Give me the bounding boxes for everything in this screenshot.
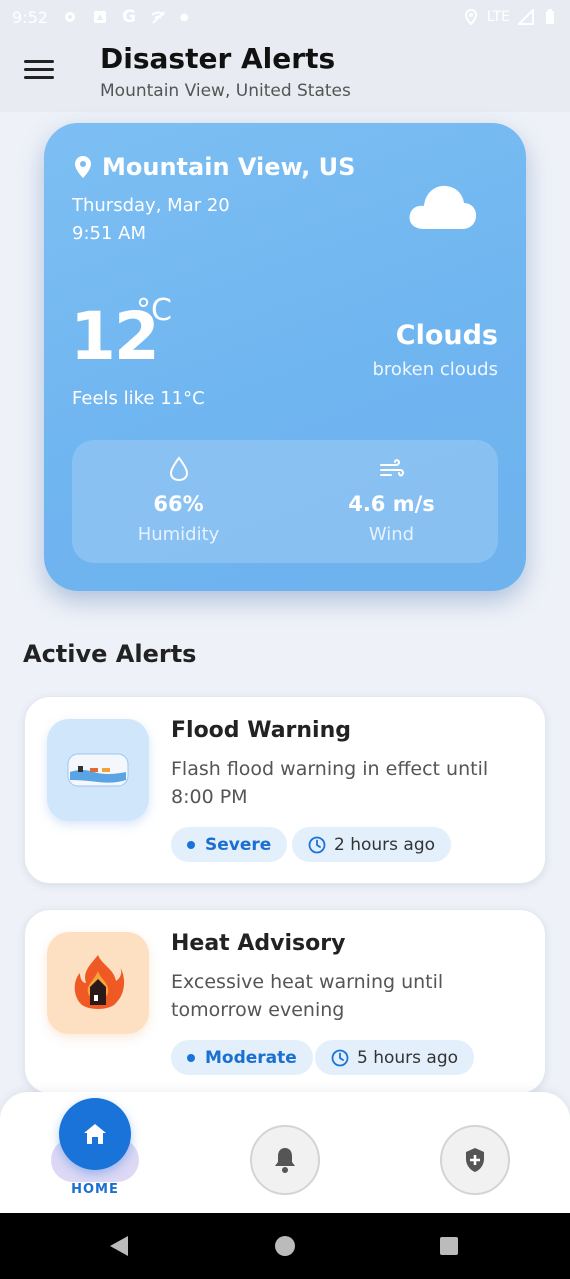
weather-date: Thursday, Mar 20: [72, 195, 230, 216]
recents-icon[interactable]: [440, 1237, 458, 1255]
weather-time: 9:51 AM: [72, 223, 146, 244]
nav-safety-button[interactable]: [440, 1125, 510, 1195]
drive-icon: [93, 11, 106, 23]
active-alerts-heading: Active Alerts: [23, 640, 197, 668]
nav-home-button[interactable]: [59, 1098, 131, 1170]
wifi-off-icon: [151, 11, 165, 24]
notification-dot-icon: ●: [179, 11, 189, 23]
network-type: LTE: [486, 9, 510, 25]
app-bar: Disaster Alerts Mountain View, United St…: [0, 34, 570, 112]
wind-label: Wind: [368, 524, 415, 545]
alert-time-badge: 5 hours ago: [315, 1040, 475, 1075]
alert-title: Heat Advisory: [171, 931, 346, 956]
fire-icon: [47, 932, 149, 1034]
bell-icon: [275, 1148, 295, 1173]
alert-time: 2 hours ago: [334, 834, 436, 855]
page-title: Disaster Alerts: [100, 42, 336, 75]
nav-alerts-button[interactable]: [250, 1125, 320, 1195]
temperature-unit: °C: [136, 293, 172, 328]
alert-title: Flood Warning: [171, 718, 351, 743]
wind-stat: 4.6 m/s Wind: [285, 440, 498, 563]
humidity-stat: 66% Humidity: [72, 440, 285, 563]
severity-badge: Severe: [171, 827, 288, 862]
menu-icon-line: [24, 60, 54, 63]
system-home-icon[interactable]: [275, 1236, 295, 1256]
back-icon[interactable]: [108, 1235, 130, 1257]
status-bar: 9:52 G ● LTE: [0, 0, 570, 34]
severity-label: Moderate: [205, 1047, 297, 1068]
cloud-icon: [409, 185, 477, 229]
battery-icon: [546, 9, 554, 24]
severity-label: Severe: [205, 834, 272, 855]
clock-icon: [331, 1049, 349, 1066]
alert-card-flood[interactable]: Flood Warning Flash flood warning in eff…: [24, 696, 546, 884]
alert-description: Flash flood warning in effect until 8:00…: [171, 758, 489, 808]
location-pin-icon: [75, 156, 91, 178]
wind-icon: [379, 459, 404, 477]
severity-dot-icon: [187, 1053, 195, 1062]
menu-icon-line: [24, 68, 54, 71]
menu-icon-line: [24, 76, 54, 79]
weather-description: broken clouds: [372, 359, 498, 380]
flood-icon: [47, 719, 149, 821]
severity-badge: Moderate: [171, 1040, 313, 1075]
google-icon: G: [121, 7, 136, 27]
feels-like: Feels like 11°C: [72, 388, 205, 409]
flood-image: [67, 753, 129, 787]
humidity-label: Humidity: [137, 524, 220, 545]
weather-stats: 66% Humidity 4.6 m/s Wind: [72, 440, 498, 563]
clock-icon: [308, 836, 326, 853]
nav-home-label: HOME: [71, 1182, 119, 1197]
bottom-navigation: HOME: [0, 1092, 570, 1213]
status-time: 9:52: [12, 7, 48, 27]
location-icon: [464, 9, 477, 25]
alert-card-heat[interactable]: Heat Advisory Excessive heat warning unt…: [24, 909, 546, 1094]
settings-icon: [64, 12, 75, 22]
alert-time-badge: 2 hours ago: [292, 827, 452, 862]
menu-button[interactable]: [24, 60, 54, 84]
weather-location: Mountain View, US: [74, 153, 355, 181]
alert-time: 5 hours ago: [357, 1047, 459, 1068]
weather-card[interactable]: Mountain View, US Thursday, Mar 20 9:51 …: [44, 123, 526, 591]
alert-description: Excessive heat warning until tomorrow ev…: [171, 971, 444, 1021]
signal-icon: [518, 9, 534, 25]
humidity-value: 66%: [153, 492, 204, 516]
weather-condition: Clouds: [395, 320, 498, 351]
page-subtitle: Mountain View, United States: [100, 81, 351, 101]
weather-location-label: Mountain View, US: [102, 153, 356, 181]
severity-dot-icon: [187, 840, 195, 849]
system-navigation-bar: [0, 1213, 570, 1279]
home-icon: [84, 1124, 106, 1144]
fire-image: [74, 955, 125, 1009]
wind-value: 4.6 m/s: [348, 492, 435, 516]
water-drop-icon: [169, 456, 188, 482]
shield-icon: [466, 1148, 484, 1172]
